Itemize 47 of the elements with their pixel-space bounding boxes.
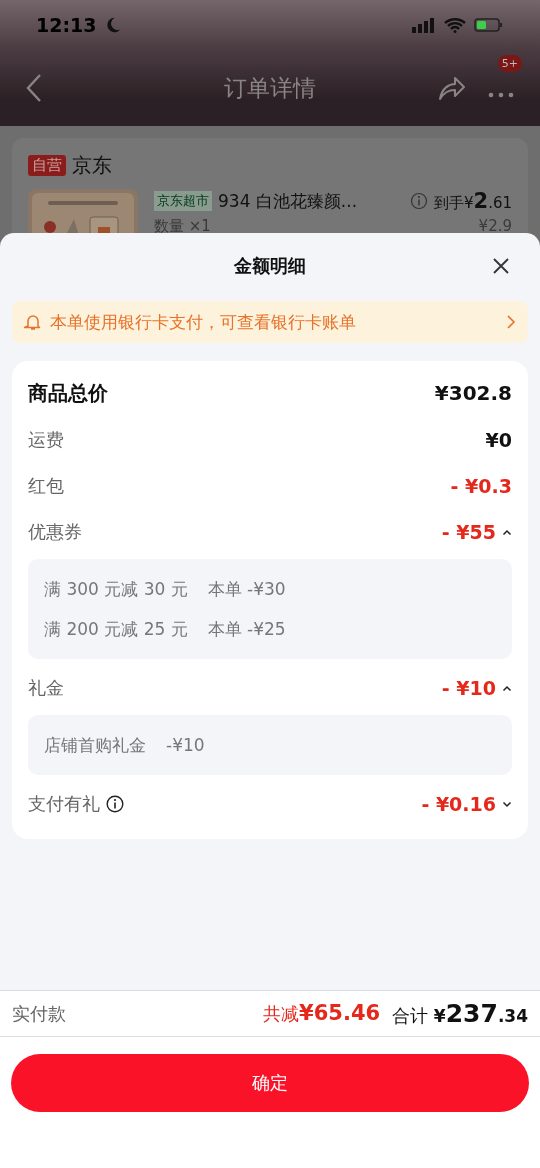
store-name: 京东: [72, 152, 112, 179]
page-title: 订单详情: [223, 73, 317, 103]
row-amount: - ¥0.16: [421, 793, 496, 815]
notification-badge: 5+: [497, 54, 522, 72]
back-icon[interactable]: [26, 73, 42, 103]
detail-value: 本单 -¥30: [207, 577, 286, 601]
detail-name: 店铺首购礼金: [44, 733, 146, 757]
final-price: 到手¥2.61: [433, 189, 512, 213]
share-icon[interactable]: [438, 75, 466, 101]
row-amount: - ¥10: [441, 677, 496, 699]
row-label: 商品总价: [28, 379, 108, 407]
product-name[interactable]: 934 白池花臻颜...: [218, 189, 404, 213]
row-label: 礼金: [28, 676, 64, 700]
original-price: ¥2.9: [478, 217, 512, 233]
notice-bar[interactable]: 本单使用银行卡支付，可查看银行卡账单: [12, 301, 528, 343]
bell-icon: [24, 313, 42, 331]
confirm-button[interactable]: 确定: [11, 1054, 529, 1112]
chevron-right-icon: [506, 314, 516, 330]
row-label: 支付有礼: [28, 792, 100, 816]
chevron-up-icon[interactable]: [502, 528, 512, 536]
store-tag: 京东超市: [154, 191, 212, 211]
battery-icon: [474, 17, 504, 33]
status-time: 12:13: [36, 14, 97, 36]
detail-value: 本单 -¥25: [207, 617, 286, 641]
detail-name: 满 300 元减 30 元: [44, 577, 188, 601]
signal-icon: [412, 17, 436, 33]
row-label: 优惠券: [28, 520, 82, 544]
chevron-up-icon[interactable]: [502, 684, 512, 692]
row-label: 运费: [28, 428, 64, 452]
row-amount: ¥0: [485, 429, 512, 451]
info-icon[interactable]: [106, 795, 124, 813]
close-icon[interactable]: [492, 257, 510, 275]
row-label: 红包: [28, 474, 64, 498]
saved-amount: 共减¥65.46: [263, 1001, 381, 1026]
row-amount: ¥302.8: [434, 381, 512, 405]
total-amount: 合计 ¥237.34: [392, 999, 528, 1028]
chevron-down-icon[interactable]: [502, 800, 512, 808]
more-icon[interactable]: [488, 91, 514, 98]
detail-value: -¥10: [166, 735, 205, 755]
row-amount: - ¥55: [441, 521, 496, 543]
wifi-icon: [444, 17, 466, 33]
row-amount: - ¥0.3: [450, 475, 512, 497]
store-badge: 自营: [28, 155, 66, 176]
notice-text: 本单使用银行卡支付，可查看银行卡账单: [50, 310, 357, 334]
sheet-title: 金额明细: [234, 254, 306, 278]
detail-name: 满 200 元减 25 元: [44, 617, 188, 641]
pay-label: 实付款: [12, 1001, 66, 1026]
